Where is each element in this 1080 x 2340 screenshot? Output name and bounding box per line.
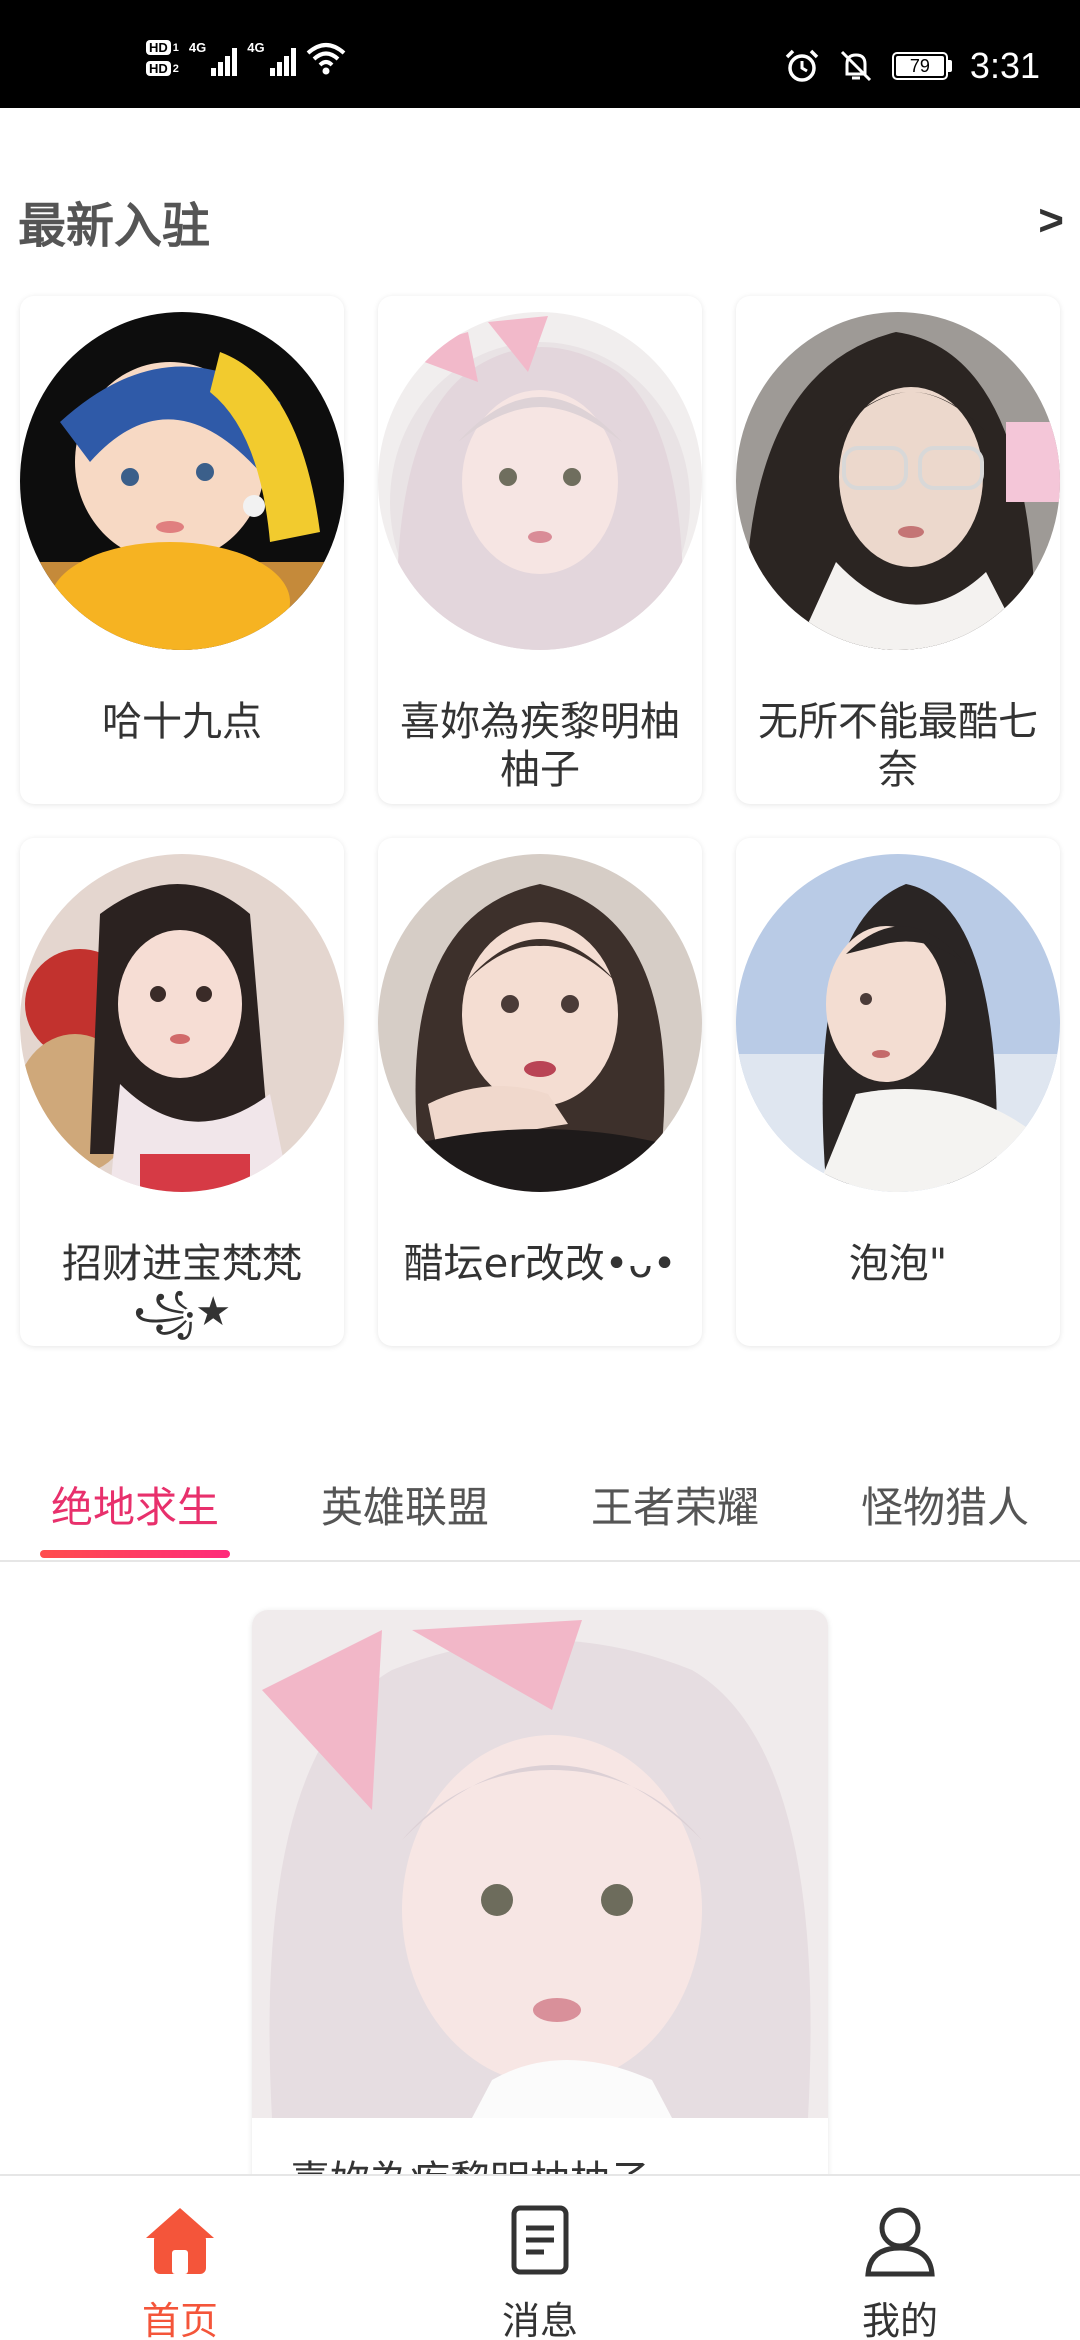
message-icon (511, 2205, 569, 2275)
creator-name: 招财进宝梵梵꧁★ (62, 1241, 302, 1335)
creator-card[interactable]: 泡泡" (736, 838, 1060, 1346)
avatar (736, 312, 1060, 650)
creator-name: 哈十九点 (102, 699, 262, 745)
avatar (736, 854, 1060, 1192)
signal-icon: 4G (189, 40, 238, 76)
nav-messages[interactable]: 消息 (440, 2200, 640, 2340)
creator-card[interactable]: 无所不能最酷七奈 (736, 296, 1060, 804)
avatar (20, 854, 344, 1192)
tab-honor-of-kings[interactable]: 王者荣耀 (555, 1474, 795, 1535)
creator-name: 醋坛er改改•ᴗ• (403, 1241, 677, 1287)
hd2-icon: HD 2 (146, 61, 179, 76)
status-right: 79 3:31 (784, 40, 1040, 92)
home-icon (146, 2208, 214, 2274)
battery-icon: 79 (891, 52, 952, 80)
creator-name: 喜妳為疾黎明柚柚子 (400, 699, 680, 793)
nav-label: 消息 (501, 2299, 578, 2340)
divider (0, 1560, 1080, 1562)
hd1-icon: HD 1 (146, 40, 179, 55)
feed-image (252, 1610, 828, 2118)
avatar (20, 312, 344, 650)
status-left: HD 1 HD 2 4G 4G (146, 34, 346, 82)
clock: 3:31 (969, 45, 1040, 86)
creator-card[interactable]: 招财进宝梵梵꧁★ (20, 838, 344, 1346)
wifi-icon (306, 43, 345, 75)
profile-icon (865, 2207, 935, 2277)
avatar (378, 312, 702, 650)
nav-label: 首页 (141, 2299, 218, 2340)
section-title: 最新入驻 (18, 198, 211, 254)
creator-name: 无所不能最酷七奈 (758, 699, 1038, 793)
creator-name: 泡泡" (848, 1241, 948, 1287)
tab-indicator (40, 1550, 230, 1558)
hd-indicators: HD 1 HD 2 (146, 40, 179, 76)
creator-grid: 哈十九点 喜妳為疾黎明柚柚子 无所不能最酷七奈 招财进宝梵梵꧁★ 醋坛er改改•… (20, 296, 1060, 1346)
feed-card[interactable]: 喜妳為疾黎明柚柚子 (252, 1610, 828, 2210)
alarm-icon (785, 49, 819, 82)
tab-pubg[interactable]: 绝地求生 (15, 1474, 255, 1535)
avatar (378, 854, 702, 1192)
mute-icon (840, 50, 871, 82)
nav-home[interactable]: 首页 (80, 2200, 280, 2340)
creator-card[interactable]: 哈十九点 (20, 296, 344, 804)
bottom-nav: 首页 消息 我的 (0, 2174, 1080, 2340)
nav-profile[interactable]: 我的 (800, 2200, 1000, 2340)
tab-lol[interactable]: 英雄联盟 (285, 1474, 525, 1535)
more-arrow[interactable]: > (1038, 196, 1064, 246)
tab-monster-hunter[interactable]: 怪物猎人 (825, 1474, 1065, 1535)
nav-label: 我的 (861, 2299, 938, 2340)
status-bar: HD 1 HD 2 4G 4G 79 3:31 (0, 0, 1080, 108)
creator-card[interactable]: 喜妳為疾黎明柚柚子 (378, 296, 702, 804)
creator-card[interactable]: 醋坛er改改•ᴗ• (378, 838, 702, 1346)
game-tabs: 绝地求生 英雄联盟 王者荣耀 怪物猎人 (0, 1474, 1080, 1562)
signal-icon: 4G (247, 40, 296, 76)
